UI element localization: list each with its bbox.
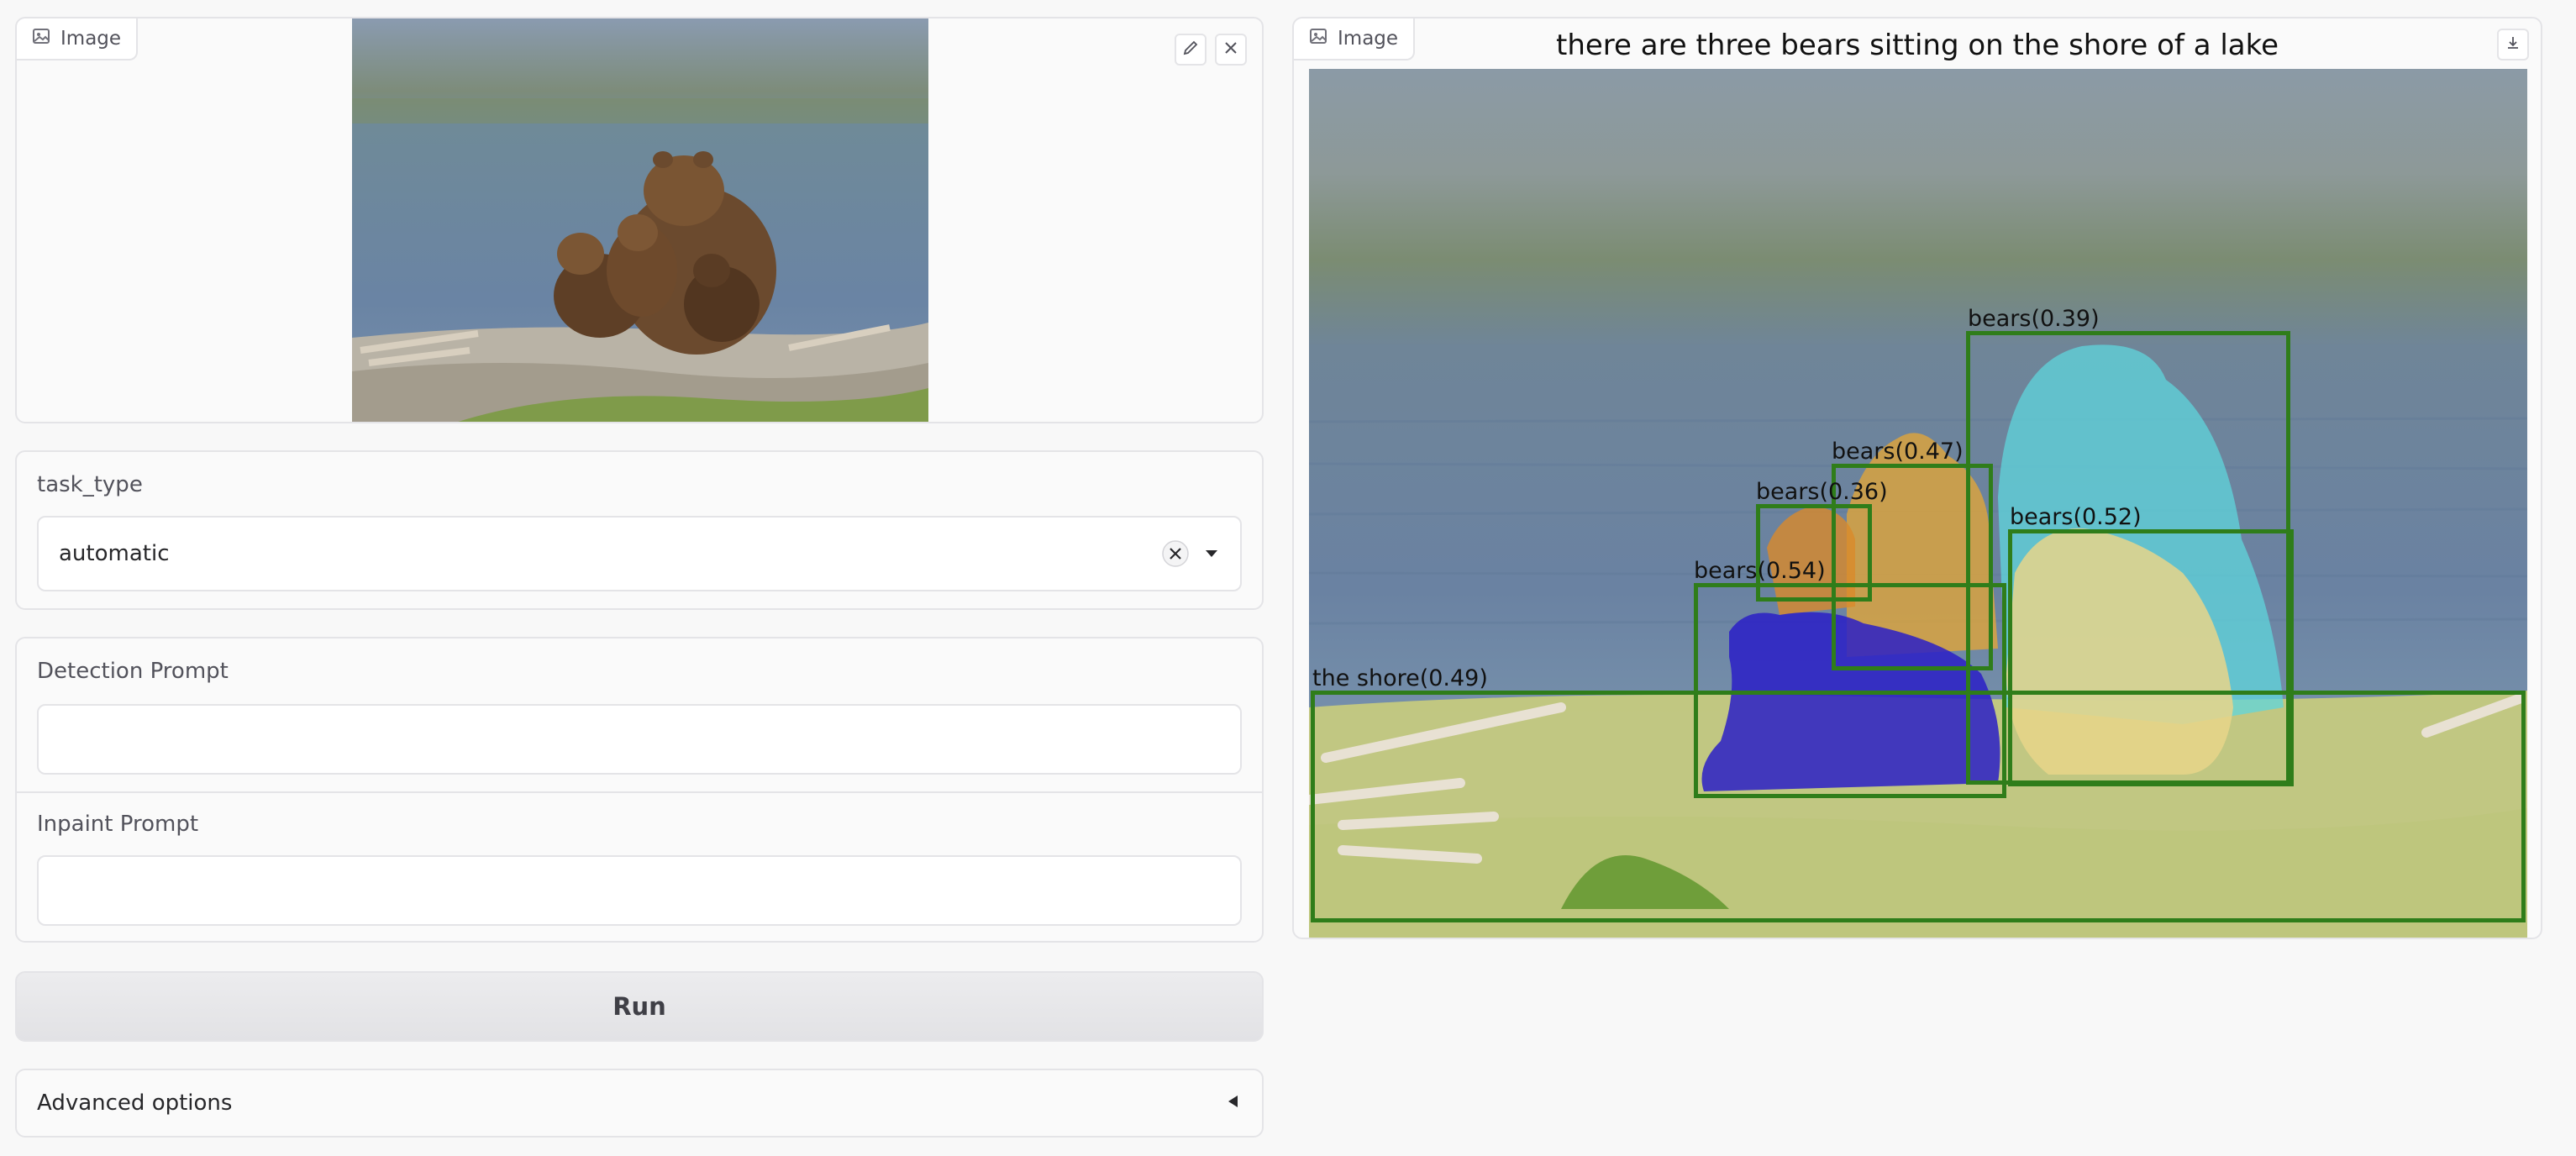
- caret-left-icon[interactable]: [1225, 1093, 1242, 1113]
- image-icon: [32, 27, 50, 50]
- detection-label-shore: the shore(0.49): [1312, 665, 1488, 691]
- clear-image-button[interactable]: [1215, 34, 1247, 66]
- edit-button[interactable]: [1175, 34, 1207, 66]
- input-image-label: Image: [17, 18, 139, 60]
- output-caption: there are three bears sitting on the sho…: [1555, 29, 2279, 62]
- run-button-label: Run: [612, 992, 666, 1021]
- task-type-value: automatic: [59, 541, 170, 566]
- detection-box-shore: [1311, 691, 2526, 922]
- detection-label-bear-1: bears(0.39): [1968, 306, 2100, 332]
- detection-prompt-input[interactable]: [37, 704, 1242, 775]
- task-type-dropdown[interactable]: automatic: [37, 516, 1242, 591]
- pencil-icon: [1182, 39, 1199, 60]
- input-image-panel: Image: [15, 17, 1264, 423]
- output-annotated-image[interactable]: bears(0.39) bears(0.47) bears(0.36) bear…: [1309, 69, 2527, 938]
- caret-down-icon[interactable]: [1203, 548, 1220, 560]
- task-type-label: task_type: [37, 472, 143, 497]
- inpaint-prompt-label: Inpaint Prompt: [37, 812, 199, 837]
- detection-label-bear-5: bears(0.54): [1694, 558, 1826, 584]
- detection-label-bear-3: bears(0.36): [1756, 479, 1888, 505]
- output-image-panel: Image bears(0.39) bears(0.47) bears(0.36…: [1292, 17, 2542, 939]
- circle-x-icon[interactable]: [1159, 538, 1191, 570]
- task-type-panel: task_type automatic: [15, 450, 1264, 610]
- prompts-divider: [17, 791, 1262, 793]
- detection-label-bear-4: bears(0.52): [2010, 504, 2142, 530]
- run-button[interactable]: Run: [15, 971, 1264, 1042]
- prompts-panel: Detection Prompt Inpaint Prompt: [15, 637, 1264, 943]
- input-image-thumbnail[interactable]: [352, 18, 928, 422]
- advanced-options-accordion[interactable]: Advanced options: [15, 1069, 1264, 1138]
- detection-prompt-label: Detection Prompt: [37, 659, 229, 684]
- close-icon: [1222, 39, 1239, 60]
- inpaint-prompt-input[interactable]: [37, 855, 1242, 926]
- advanced-options-label: Advanced options: [37, 1090, 233, 1116]
- detection-label-bear-2: bears(0.47): [1832, 439, 1964, 465]
